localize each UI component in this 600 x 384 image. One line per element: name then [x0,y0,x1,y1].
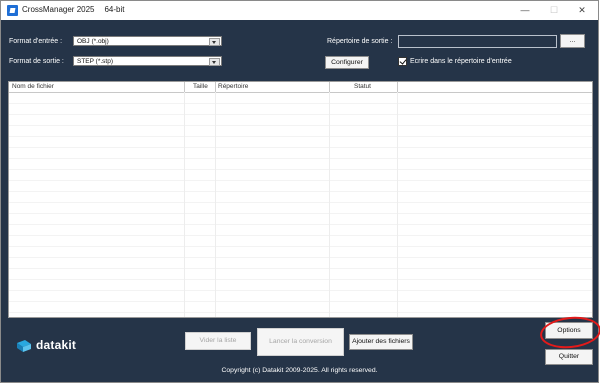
file-table[interactable]: Nom de fichier Taille Répertoire Statut [8,81,593,318]
chevron-down-icon[interactable] [209,58,220,66]
column-resize-handle[interactable] [397,82,398,92]
crossmanager-window: CrossManager 2025 64-bit — ☐ ✕ Format d'e… [0,0,600,383]
datakit-logo-text: datakit [36,338,77,352]
column-resize-handle[interactable] [184,82,185,92]
column-divider [184,82,185,317]
table-body[interactable] [9,93,592,317]
app-icon [7,5,18,16]
maximize-button[interactable]: ☐ [546,3,562,18]
column-divider [329,82,330,317]
input-format-label: Format d'entrée : [9,38,63,45]
title-bar: CrossManager 2025 64-bit — ☐ ✕ [1,1,598,20]
write-in-input-dir-label: Ecrire dans le répertoire d'entrée [410,58,512,65]
output-format-value: STEP (*.stp) [77,58,114,65]
close-button[interactable]: ✕ [574,3,590,18]
start-conversion-button[interactable]: Lancer la conversion [257,328,344,356]
window-title: CrossManager 2025 64-bit [22,5,125,14]
input-format-select[interactable]: OBJ (*.obj) [73,36,222,46]
column-header-size[interactable]: Taille [193,83,208,90]
column-header-directory[interactable]: Répertoire [218,83,248,90]
app-arch: 64-bit [104,5,125,14]
datakit-logo-icon [17,340,31,352]
output-format-label: Format de sortie : [9,58,64,65]
browse-button[interactable]: ... [560,34,585,48]
add-files-button[interactable]: Ajouter des fichiers [349,334,413,350]
minimize-button[interactable]: — [517,3,533,18]
copyright-text: Copyright (c) Datakit 2009-2025. All rig… [221,367,378,374]
red-circle-annotation [538,313,600,352]
column-divider [215,82,216,317]
table-header: Nom de fichier Taille Répertoire Statut [9,82,592,93]
clear-list-button[interactable]: Vider la liste [185,332,251,350]
column-divider [397,82,398,317]
quit-button[interactable]: Quitter [545,349,593,365]
output-dir-label: Répertoire de sortie : [327,38,393,45]
column-resize-handle[interactable] [215,82,216,92]
write-in-input-dir-checkbox[interactable] [398,57,407,66]
chevron-down-icon[interactable] [209,38,220,46]
output-dir-input[interactable] [398,35,557,48]
input-format-value: OBJ (*.obj) [77,38,109,45]
app-name: CrossManager 2025 [22,5,95,14]
configure-button[interactable]: Configurer [325,56,369,69]
column-header-status[interactable]: Statut [354,83,371,90]
output-format-select[interactable]: STEP (*.stp) [73,56,222,66]
column-header-filename[interactable]: Nom de fichier [12,83,54,90]
column-resize-handle[interactable] [329,82,330,92]
